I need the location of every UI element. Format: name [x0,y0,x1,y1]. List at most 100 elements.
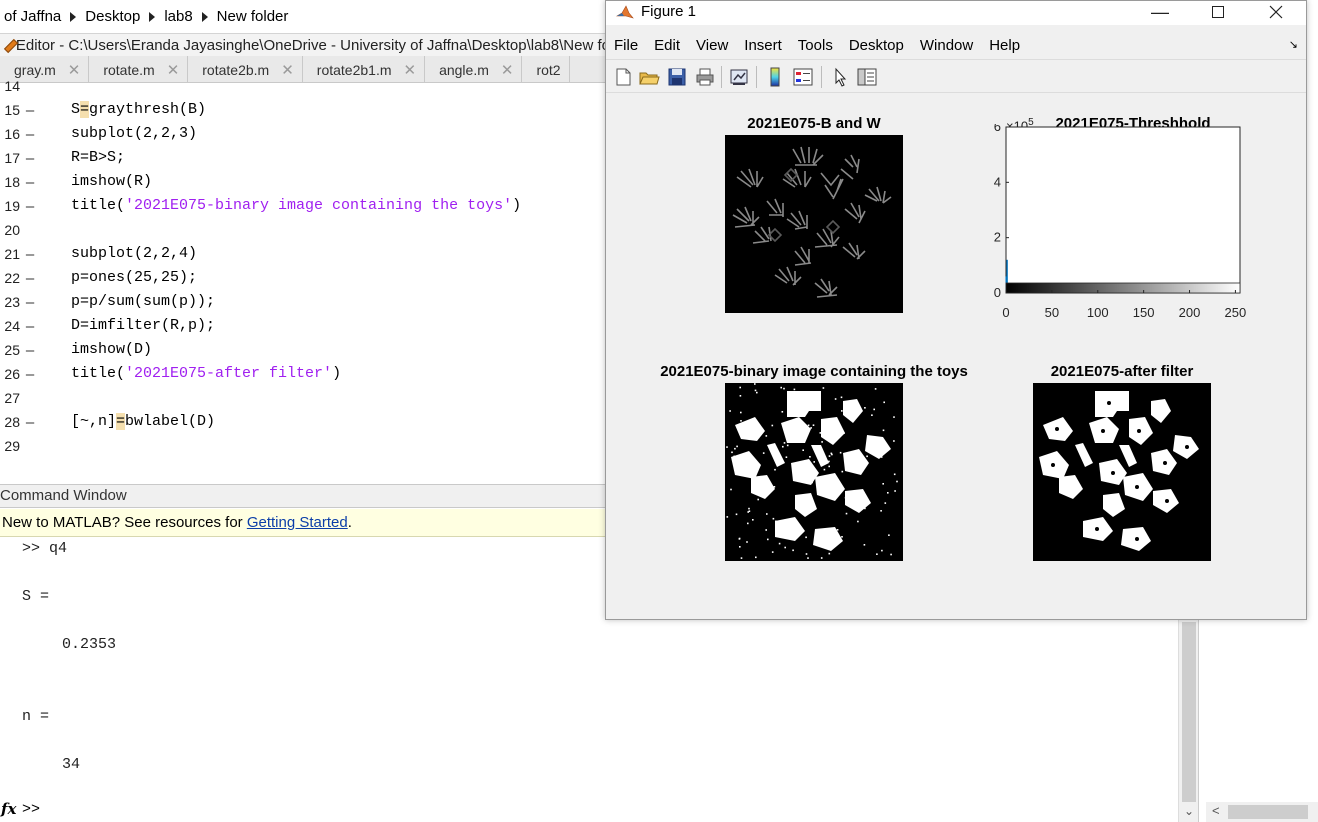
breakpoint-marker[interactable]: – [20,339,40,363]
scrollbar-thumb[interactable] [1182,622,1196,802]
code-line[interactable]: 29 [0,434,606,458]
code-line[interactable]: 16– subplot(2,2,3) [0,122,606,146]
noise-speck [805,536,807,539]
menu-desktop[interactable]: Desktop [841,34,912,58]
menu-view[interactable]: View [688,34,736,58]
noise-speck [748,510,751,512]
noise-speck [762,452,765,454]
horizontal-scrollbar[interactable]: < [1206,802,1318,822]
code-line[interactable]: 25– imshow(D) [0,338,606,362]
noise-speck [729,410,731,412]
code-line[interactable]: 22– p=ones(25,25); [0,266,606,290]
noise-speck [802,396,805,398]
noise-speck [773,445,776,447]
noise-speck [830,452,833,455]
property-editor-icon[interactable] [856,66,878,88]
code-line[interactable]: 17– R=B>S; [0,146,606,170]
noise-speck [810,427,812,429]
function-browser-fx-icon[interactable]: fx [1,800,16,818]
y-tick-label: 6 [994,124,1001,134]
noise-speck [754,383,756,385]
line-number: 19 [4,198,20,214]
breakpoint-marker[interactable]: – [20,195,40,219]
menu-file[interactable]: File [606,34,646,58]
breadcrumb-jaffna[interactable]: of Jaffna [4,8,61,25]
noise-speck [894,490,896,492]
scroll-down-arrow-icon[interactable]: ⌄ [1184,804,1194,818]
code-line[interactable]: 24– D=imfilter(R,p); [0,314,606,338]
dock-arrow-icon[interactable]: ↘ [1289,38,1298,51]
breakpoint-marker[interactable]: – [20,99,40,123]
breakpoint-marker[interactable]: – [20,363,40,387]
minimize-button[interactable]: — [1131,1,1189,25]
menu-edit[interactable]: Edit [646,34,688,58]
threshold-histogram: 0 2 4 6 0 50 100 150 200 250 [994,124,1246,320]
breakpoint-marker[interactable]: – [20,267,40,291]
breadcrumb-new-folder[interactable]: New folder [217,8,289,25]
noise-speck [890,553,892,556]
breakpoint-marker[interactable]: – [20,171,40,195]
breadcrumb-desktop[interactable]: Desktop [85,8,140,25]
breakpoint-marker[interactable]: – [20,123,40,147]
code-editor[interactable]: 14 15– S=graythresh(B) 16– subplot(2,2,3) 17–… [0,78,606,470]
save-icon[interactable] [666,66,688,88]
code-line[interactable]: 26– title('2021E075-after filter') [0,362,606,386]
menu-insert[interactable]: Insert [736,34,790,58]
editor-title-bar: Editor - C:\Users\Eranda Jayasinghe\OneD… [0,34,610,56]
pointer-icon[interactable] [830,66,852,88]
code-line[interactable]: 21– subplot(2,2,4) [0,242,606,266]
code-line[interactable]: 14 [0,74,606,98]
legend-icon[interactable] [792,66,814,88]
noise-speck [748,507,750,510]
filtered-toys-image [1033,383,1211,561]
line-number: 22 [4,270,20,286]
menu-window[interactable]: Window [912,34,981,58]
code-text: subplot(2,2,3) [71,122,197,146]
line-number: 15 [4,102,20,118]
code-line[interactable]: 27 [0,386,606,410]
open-file-icon[interactable] [638,66,660,88]
code-line[interactable]: 23– p=p/sum(sum(p)); [0,290,606,314]
noise-speck [782,445,784,448]
noise-speck [841,470,844,473]
noise-speck [803,423,805,426]
noise-speck [765,529,767,531]
noise-speck [836,529,839,531]
close-button[interactable] [1247,1,1305,25]
command-window-vertical-scrollbar[interactable]: ⌄ [1178,618,1198,822]
breakpoint-marker[interactable]: – [20,411,40,435]
noise-speck [740,420,742,422]
breadcrumb-lab8[interactable]: lab8 [164,8,192,25]
noise-speck [793,388,796,391]
noise-speck [766,513,768,515]
noise-speck [795,472,798,475]
link-plot-icon[interactable] [728,66,750,88]
code-token: subplot(2,2,4) [71,245,198,262]
code-line[interactable]: 15– S=graythresh(B) [0,98,606,122]
figure-canvas: 2021E075-B and W 2021E075-Threshhold ×10… [606,94,1306,619]
colorbar-icon[interactable] [764,66,786,88]
maximize-button[interactable] [1189,1,1247,25]
command-prompt[interactable]: >> [22,801,40,818]
scrollbar-thumb[interactable] [1228,805,1308,819]
breakpoint-marker[interactable]: – [20,147,40,171]
plot-area [1005,126,1241,294]
menu-help[interactable]: Help [981,34,1028,58]
breakpoint-marker[interactable]: – [20,291,40,315]
code-line[interactable]: 19– title('2021E075-binary image containi… [0,194,606,218]
new-figure-icon[interactable] [612,66,634,88]
code-line[interactable]: 20 [0,218,606,242]
menu-tools[interactable]: Tools [790,34,841,58]
getting-started-link[interactable]: Getting Started [247,514,348,531]
noise-speck [726,446,728,448]
noise-speck [792,549,794,552]
print-icon[interactable] [694,66,716,88]
code-line[interactable]: 28– [~,n]=bwlabel(D) [0,410,606,434]
breakpoint-marker[interactable]: – [20,315,40,339]
line-number: 21 [4,246,20,262]
breakpoint-marker[interactable]: – [20,243,40,267]
noise-speck [752,519,754,521]
scroll-left-arrow-icon[interactable]: < [1212,803,1220,818]
code-line[interactable]: 18– imshow(R) [0,170,606,194]
y-tick-label: 0 [994,285,1001,300]
